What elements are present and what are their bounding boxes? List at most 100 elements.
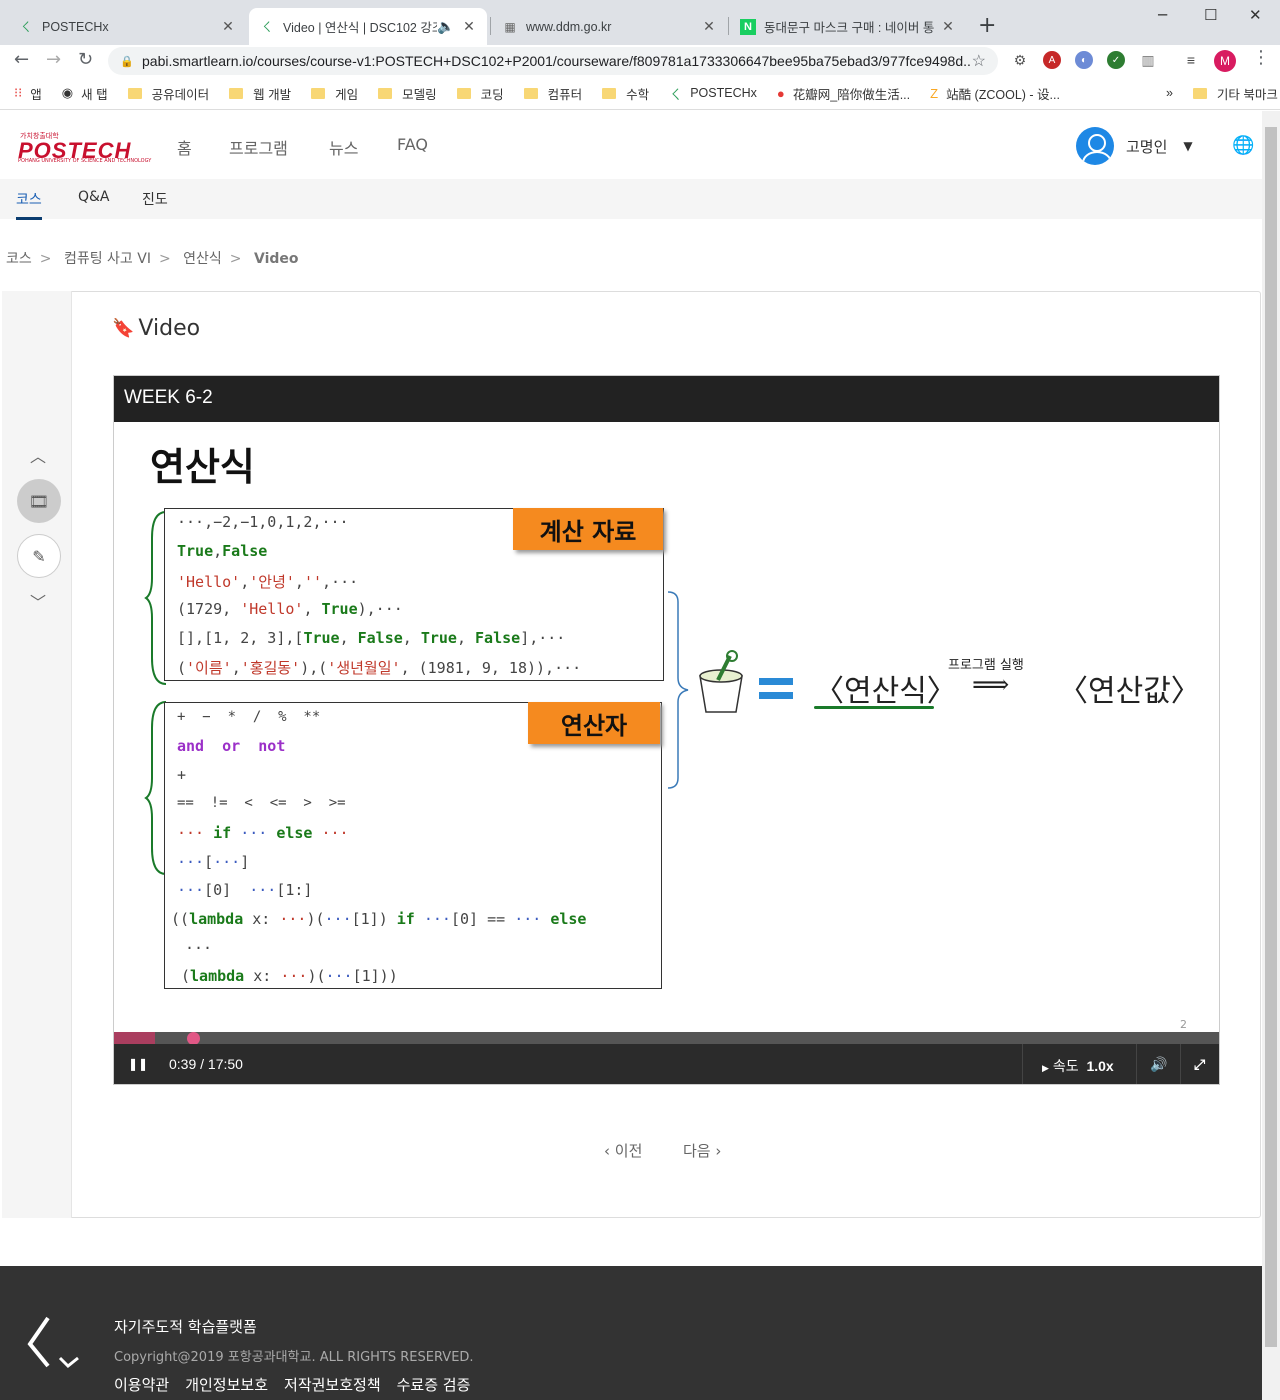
value-label: 〈연산값〉	[1058, 674, 1201, 709]
nav-programs[interactable]: 프로그램	[229, 135, 288, 159]
tab-progress[interactable]: 진도	[142, 189, 168, 209]
close-tab-icon[interactable]: ✕	[940, 18, 956, 35]
video-controls: ❚❚ 0:39 / 17:50 ▶ 속도 1.0x 🔊 ⤢	[114, 1044, 1219, 1084]
bookmark-folder[interactable]: 컴퓨터	[523, 84, 582, 103]
close-window-icon[interactable]: ✕	[1249, 6, 1262, 24]
minimize-icon[interactable]: ─	[1158, 6, 1167, 24]
browser-tab-postechx[interactable]: ㄑ POSTECHx ✕	[8, 8, 246, 45]
more-bookmarks-icon[interactable]: »	[1166, 86, 1173, 100]
new-tab-icon[interactable]: +	[978, 13, 996, 38]
footer-link-privacy[interactable]: 개인정보보호	[185, 1374, 268, 1395]
implies-arrow: ⟹	[972, 670, 1010, 700]
site-favicon-icon: ▦	[504, 19, 516, 34]
sequence-up-icon[interactable]: ︿	[30, 443, 46, 467]
profile-avatar[interactable]: M	[1214, 50, 1236, 72]
video-progress-bar[interactable]	[114, 1032, 1219, 1045]
shield-icon[interactable]: ✓	[1107, 51, 1125, 69]
pause-icon[interactable]: ❚❚	[128, 1057, 148, 1071]
video-player: WEEK 6-2 연산식 ···,−2,−1,0,1,2,··· True,Fa…	[113, 375, 1220, 1085]
cup-icon	[699, 650, 743, 713]
user-name: 고명인	[1126, 137, 1168, 156]
bookmark-folder[interactable]: 모델링	[378, 84, 437, 103]
extension-icon[interactable]: ⚙	[1011, 51, 1029, 69]
bookmark-star-icon[interactable]: ☆	[972, 51, 986, 71]
sequence-nav: ︿ 🎞 ✎ ﹀	[2, 291, 72, 1218]
page-scrollbar[interactable]	[1262, 111, 1280, 1400]
folder-icon	[1192, 87, 1207, 99]
reading-list-icon[interactable]: ▥	[1139, 51, 1157, 69]
footer-link-certificate[interactable]: 수료증 검증	[397, 1374, 471, 1395]
tab-course[interactable]: 코스	[16, 189, 42, 220]
browser-tab-video[interactable]: ㄑ Video | 연산식 | DSC102 강조 🔈 ✕	[249, 8, 487, 45]
nav-home[interactable]: 홈	[177, 135, 192, 159]
next-button[interactable]: 다음 ›	[683, 1140, 721, 1161]
browser-menu-icon[interactable]: ⋮	[1252, 47, 1270, 68]
user-menu[interactable]: 고명인 ▼	[1076, 127, 1193, 165]
folder-icon	[229, 87, 244, 99]
postechx-favicon-icon: ㄑ	[669, 86, 683, 102]
slide-number: 2	[1180, 1018, 1187, 1031]
url-input[interactable]: 🔒 pabi.smartlearn.io/courses/course-v1:P…	[108, 47, 998, 75]
bookmark-apps[interactable]: ⁝⁝ 앱	[14, 84, 42, 103]
reload-icon[interactable]: ↻	[78, 49, 93, 70]
bookmark-icon[interactable]: 🔖	[112, 318, 134, 339]
postechx-favicon-icon: ㄑ	[19, 20, 32, 34]
user-avatar-icon	[1076, 127, 1114, 165]
breadcrumb-course[interactable]: 코스	[6, 251, 32, 267]
nav-faq[interactable]: FAQ	[397, 135, 428, 154]
breadcrumb-section[interactable]: 컴퓨팅 사고 VI	[64, 251, 151, 267]
bookmark-folder[interactable]: 코딩	[456, 84, 504, 103]
folder-icon	[456, 87, 471, 99]
close-tab-icon[interactable]: ✕	[701, 18, 717, 35]
video-header: WEEK 6-2	[114, 376, 1219, 422]
audio-playing-icon[interactable]: 🔈	[437, 18, 454, 35]
video-unit-icon[interactable]: 🎞	[17, 479, 61, 523]
naver-favicon-icon: N	[740, 18, 756, 35]
nav-news[interactable]: 뉴스	[329, 135, 358, 159]
speed-button[interactable]: ▶ 속도 1.0x	[1042, 1056, 1114, 1076]
folder-icon	[127, 87, 142, 99]
scrollbar-thumb[interactable]	[1265, 127, 1277, 1347]
bookmarks-bar: ⁝⁝ 앱 ◉ 새 탭 공유데이터 웹 개발 게임 모델링 코딩 컴퓨터 수학 ㄑ PO…	[0, 77, 1280, 110]
extension-icon[interactable]: A	[1043, 51, 1061, 69]
fullscreen-icon[interactable]: ⤢	[1194, 1056, 1205, 1073]
problem-unit-icon[interactable]: ✎	[17, 534, 61, 578]
bookmark-folder[interactable]: 수학	[602, 84, 649, 103]
close-tab-icon[interactable]: ✕	[461, 18, 477, 35]
site-header: 가치창출대학 POSTECH POHANG UNIVERSITY OF SCIE…	[0, 111, 1262, 179]
postechx-favicon-icon: ㄑ	[260, 20, 273, 34]
bookmark-item[interactable]: ● 花瓣网_陪你做生活...	[777, 84, 910, 103]
speed-caret-icon: ▶	[1042, 1063, 1049, 1073]
badge-operators: 연산자	[528, 702, 660, 744]
bookmark-item[interactable]: ◉ 새 탭	[62, 84, 108, 103]
globe-icon[interactable]: 🌐	[1232, 135, 1254, 156]
volume-icon[interactable]: 🔊	[1150, 1056, 1167, 1073]
media-control-icon[interactable]: ≡	[1182, 51, 1200, 69]
extension-icon[interactable]: ◐	[1075, 51, 1093, 69]
operators-box: + − * / % ** and or not + == != < <= > >…	[164, 702, 662, 989]
equals-bar	[759, 678, 793, 685]
bookmark-folder[interactable]: 공유데이터	[127, 84, 209, 103]
close-tab-icon[interactable]: ✕	[220, 18, 236, 35]
previous-button[interactable]: ‹ 이전	[604, 1140, 642, 1161]
zcool-icon: Z	[930, 85, 939, 101]
breadcrumb-subsection[interactable]: 연산식	[183, 251, 222, 267]
lock-icon: 🔒	[120, 55, 134, 68]
sequence-down-icon[interactable]: ﹀	[30, 589, 46, 613]
bookmark-item[interactable]: Z 站酷 (ZCOOL) - 设...	[930, 84, 1060, 103]
forward-icon[interactable]: →	[46, 49, 61, 70]
footer-link-copyright[interactable]: 저작권보호정책	[284, 1374, 381, 1395]
browser-tab-naver[interactable]: N 동대문구 마스크 구매 : 네이버 통 ✕	[730, 8, 966, 45]
maximize-icon[interactable]: ☐	[1204, 6, 1217, 24]
bookmark-folder[interactable]: 기타 북마크	[1192, 84, 1278, 103]
bookmark-item[interactable]: ㄑ POSTECHx	[669, 84, 757, 103]
footer-link-terms[interactable]: 이용약관	[114, 1374, 169, 1395]
browser-tab-ddm[interactable]: ▦ www.ddm.go.kr ✕	[492, 8, 727, 45]
site-footer: 자기주도적 학습플랫폼 Copyright@2019 포항공과대학교. ALL …	[0, 1266, 1262, 1400]
back-icon[interactable]: ←	[14, 49, 29, 70]
bookmark-folder[interactable]: 웹 개발	[229, 84, 291, 103]
video-slide[interactable]: 연산식 ···,−2,−1,0,1,2,··· True,False 'Hell…	[114, 422, 1219, 1032]
folder-icon	[523, 87, 538, 99]
tab-qna[interactable]: Q&A	[78, 189, 110, 205]
bookmark-folder[interactable]: 게임	[311, 84, 358, 103]
